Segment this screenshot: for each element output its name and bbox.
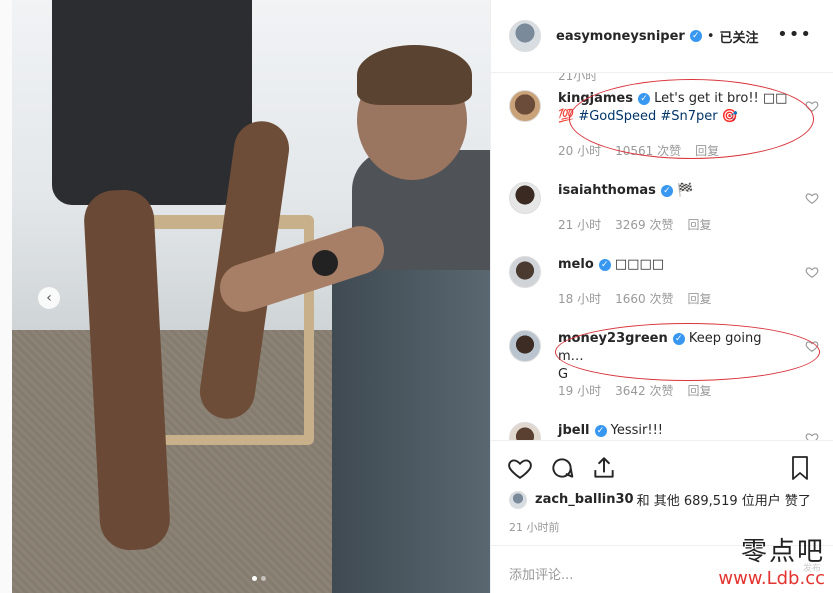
verified-badge-icon: ✓ <box>660 184 673 197</box>
heart-icon[interactable] <box>507 455 533 481</box>
commenter-username[interactable]: isaiahthomas <box>558 183 656 198</box>
comment-body: jbell ✓ Yessir!!! <box>558 422 788 440</box>
previous-photo-button[interactable]: ‹ <box>38 287 60 309</box>
post-actions: zach_ballin30 和 其他 689,519 位用户 赞了 21 小时前 <box>491 440 833 545</box>
comment-text: 🏁 <box>677 183 694 198</box>
comment-meta: 19 小时 3642 次赞 回复 <box>558 382 725 399</box>
comment-time: 21 小时 <box>558 218 602 232</box>
author-username[interactable]: easymoneysniper <box>556 29 685 44</box>
commenter-username[interactable]: melo <box>558 257 594 272</box>
comment-time: 20 小时 <box>558 144 602 158</box>
comment-icon[interactable] <box>549 455 575 481</box>
carousel-dot <box>261 576 266 581</box>
photo-trainer-hair <box>357 45 472 105</box>
post-side-panel: easymoneysniper ✓ • 已关注 ••• 21小时 kingjam… <box>490 0 833 593</box>
photo-sofa <box>332 230 490 593</box>
verified-badge-icon: ✓ <box>594 424 607 437</box>
comment-likes[interactable]: 3642 次赞 <box>615 382 673 399</box>
author-avatar[interactable] <box>509 20 541 52</box>
header-separator: • <box>706 28 715 44</box>
carousel-dot <box>252 576 257 581</box>
post-photo[interactable]: ‹ <box>12 0 490 593</box>
carousel-indicator <box>252 576 266 581</box>
verified-badge-icon: ✓ <box>689 30 702 42</box>
comment-hashtags[interactable]: #GodSpeed #Sn7per <box>578 109 717 124</box>
comment-text: □□□□ <box>614 257 665 272</box>
heart-icon[interactable] <box>805 339 819 353</box>
commenter-avatar[interactable] <box>509 90 541 122</box>
chevron-left-icon: ‹ <box>46 290 52 306</box>
commenter-username[interactable]: kingjames <box>558 91 633 106</box>
comments-list[interactable]: 21小时 kingjames ✓ Let's get it bro!! □□ 💯 … <box>491 73 833 440</box>
reply-button[interactable]: 回复 <box>695 142 719 159</box>
comment-time: 19 小时 <box>558 384 602 398</box>
add-comment-input[interactable]: 添加评论... <box>491 545 833 593</box>
post-header: easymoneysniper ✓ • 已关注 ••• <box>491 0 833 73</box>
liker-avatar[interactable] <box>509 490 527 509</box>
verified-badge-icon: ✓ <box>638 92 650 105</box>
comment-text-line2: G <box>558 367 569 382</box>
bookmark-icon[interactable] <box>788 455 812 481</box>
action-icons <box>507 455 617 481</box>
comment-meta: 21 小时 3269 次赞 回复 <box>558 216 725 233</box>
comment-time-partial: 21小时 <box>558 73 598 83</box>
comment-emoji-end: 🎯 <box>717 109 738 124</box>
heart-icon[interactable] <box>805 265 819 279</box>
commenter-username[interactable]: money23green <box>558 331 668 346</box>
comment-body: kingjames ✓ Let's get it bro!! □□ 💯 #GodS… <box>558 90 788 126</box>
reply-button[interactable]: 回复 <box>687 216 711 233</box>
heart-icon[interactable] <box>805 431 819 440</box>
comment-text: Yessir!!! <box>610 423 663 438</box>
comment-emoji: 💯 <box>558 109 575 124</box>
following-status[interactable]: 已关注 <box>719 27 758 46</box>
comment-body: isaiahthomas ✓ 🏁 <box>558 182 788 200</box>
commenter-username[interactable]: jbell <box>558 423 590 438</box>
comment-meta: 20 小时 10561 次赞 回复 <box>558 142 733 159</box>
comment-meta: 18 小时 1660 次赞 回复 <box>558 290 725 307</box>
reply-button[interactable]: 回复 <box>687 290 711 307</box>
photo-shorts <box>52 0 252 205</box>
posted-time[interactable]: 21 小时前 <box>509 519 560 535</box>
likes-summary: zach_ballin30 和 其他 689,519 位用户 赞了 <box>509 490 811 509</box>
commenter-avatar[interactable] <box>509 256 541 288</box>
comment-text: Let's get it bro!! □□ <box>654 91 788 106</box>
comment-likes[interactable]: 3269 次赞 <box>615 216 673 233</box>
verified-badge-icon: ✓ <box>598 258 611 271</box>
verified-badge-icon: ✓ <box>672 332 685 345</box>
more-horizontal-icon[interactable]: ••• <box>777 24 812 45</box>
comment-body: money23green ✓ Keep going m… G <box>558 330 788 384</box>
share-icon[interactable] <box>591 455 617 481</box>
heart-icon[interactable] <box>805 99 819 113</box>
commenter-avatar[interactable] <box>509 330 541 362</box>
photo-watch <box>312 250 338 276</box>
heart-icon[interactable] <box>805 191 819 205</box>
commenter-avatar[interactable] <box>509 182 541 214</box>
commenter-avatar[interactable] <box>509 422 541 440</box>
comment-time: 18 小时 <box>558 292 602 306</box>
likes-count-text[interactable]: 和 其他 689,519 位用户 赞了 <box>637 490 811 509</box>
comment-likes[interactable]: 10561 次赞 <box>615 142 681 159</box>
reply-button[interactable]: 回复 <box>687 382 711 399</box>
liker-username[interactable]: zach_ballin30 <box>535 492 634 507</box>
comment-likes[interactable]: 1660 次赞 <box>615 290 673 307</box>
instagram-post-window: ‹ easymoneysniper ✓ • 已关注 ••• 21小时 kingj… <box>0 0 833 593</box>
comment-body: melo ✓ □□□□ <box>558 256 788 274</box>
